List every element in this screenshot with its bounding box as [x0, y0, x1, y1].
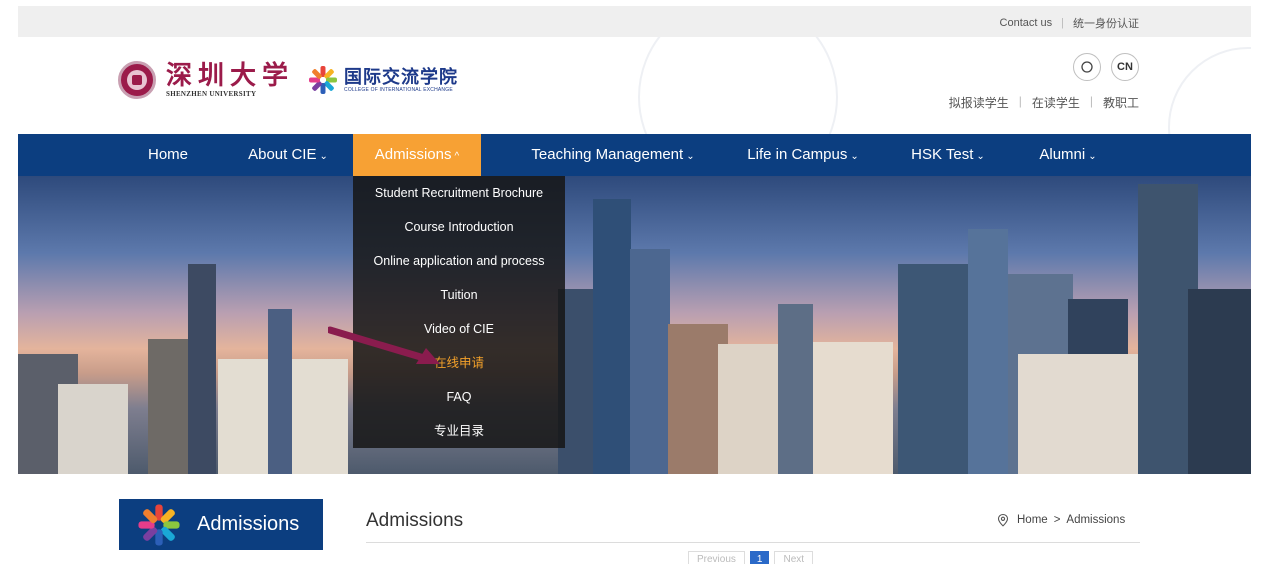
- chevron-up-icon: ^: [454, 151, 460, 162]
- prospective-students-link[interactable]: 拟报读学生: [949, 94, 1009, 111]
- nav-admissions-label: Admissions: [374, 146, 452, 163]
- szu-wordmark: 深圳大学 SHENZHEN UNIVERSITY: [166, 62, 294, 98]
- building: [630, 249, 670, 474]
- menu-item-tuition[interactable]: Tuition: [353, 278, 565, 312]
- building: [968, 229, 1008, 474]
- site-header: 深圳大学 SHENZHEN UNIVERSITY 国际交流学院 COLLEGE …: [18, 37, 1251, 134]
- cie-name-cn: 国际交流学院: [344, 67, 459, 87]
- cie-pinwheel-icon: [309, 66, 338, 94]
- page-title: Admissions: [366, 510, 464, 531]
- nav-about-label: About CIE: [248, 146, 317, 163]
- top-links: Contact us | 统一身份认证: [1000, 15, 1139, 31]
- nav-hsk-label: HSK Test: [911, 146, 974, 163]
- breadcrumb-current: Admissions: [1066, 514, 1126, 526]
- watermark-seal: [638, 37, 838, 134]
- nav-about-cie[interactable]: About CIE ⌄: [233, 134, 343, 176]
- pagination: Previous 1 Next: [688, 551, 814, 564]
- search-icon: [1081, 61, 1093, 73]
- main-nav: Home About CIE ⌄ Admissions ^ Teaching Man…: [18, 134, 1251, 176]
- building: [188, 264, 216, 474]
- building: [898, 264, 973, 474]
- breadcrumb-separator: >: [1053, 514, 1061, 526]
- nav-life-label: Life in Campus: [747, 146, 848, 163]
- breadcrumb: Home > Admissions: [996, 513, 1125, 527]
- cie-name-en: COLLEGE OF INTERNATIONAL EXCHANGE: [344, 87, 453, 93]
- cie-logo: 国际交流学院 COLLEGE OF INTERNATIONAL EXCHANGE: [308, 65, 458, 95]
- szu-name-en: SHENZHEN UNIVERSITY: [166, 90, 257, 98]
- page: Contact us | 统一身份认证 深圳大学 SHENZHEN UNIVER…: [18, 0, 1251, 564]
- logo-group[interactable]: 深圳大学 SHENZHEN UNIVERSITY 国际交流学院 COLLEGE …: [118, 61, 458, 99]
- link-separator: |: [1089, 94, 1093, 108]
- chevron-down-icon: ⌄: [686, 151, 695, 162]
- watermark-seal-right: [1168, 47, 1251, 134]
- breadcrumb-home-link[interactable]: Home: [1017, 514, 1048, 526]
- nav-admissions[interactable]: Admissions ^: [353, 134, 481, 176]
- menu-item-online-application[interactable]: Online application and process: [353, 244, 565, 278]
- building: [268, 309, 292, 474]
- nav-alumni-label: Alumni: [1039, 146, 1086, 163]
- szu-name-cn: 深圳大学: [166, 61, 295, 91]
- building: [593, 199, 631, 474]
- audience-links: 拟报读学生 | 在读学生 | 教职工: [949, 94, 1139, 111]
- chevron-down-icon: ⌄: [1088, 151, 1097, 162]
- nav-home[interactable]: Home: [128, 134, 208, 176]
- top-separator: |: [1061, 17, 1064, 29]
- sidebar-title-label: Admissions: [197, 513, 300, 535]
- sidebar-title: Admissions: [119, 499, 323, 550]
- pagination-page-1[interactable]: 1: [749, 551, 770, 564]
- nav-teaching-management[interactable]: Teaching Management ⌄: [513, 134, 713, 176]
- building: [58, 384, 128, 474]
- chevron-down-icon: ⌄: [319, 151, 328, 162]
- pagination-next-button[interactable]: Next: [774, 551, 814, 564]
- university-seal-logo: [118, 61, 156, 99]
- nav-hsk-test[interactable]: HSK Test ⌄: [903, 134, 993, 176]
- chevron-down-icon: ⌄: [850, 151, 859, 162]
- staff-link[interactable]: 教职工: [1103, 94, 1139, 111]
- annotation-arrow-icon: [328, 326, 440, 364]
- menu-item-faq[interactable]: FAQ: [353, 380, 565, 414]
- nav-alumni[interactable]: Alumni ⌄: [1028, 134, 1108, 176]
- cie-pinwheel-icon: [138, 503, 180, 546]
- menu-item-major-catalog[interactable]: 专业目录: [353, 414, 565, 448]
- link-separator: |: [1018, 94, 1022, 108]
- top-utility-bar: Contact us | 统一身份认证: [18, 6, 1251, 37]
- sso-login-link[interactable]: 统一身份认证: [1073, 15, 1139, 31]
- location-pin-icon: [997, 513, 1009, 527]
- current-students-link[interactable]: 在读学生: [1032, 94, 1080, 111]
- contact-us-link[interactable]: Contact us: [1000, 17, 1053, 29]
- nav-teaching-label: Teaching Management: [531, 146, 684, 163]
- title-divider: [366, 542, 1140, 543]
- search-button[interactable]: [1073, 53, 1101, 81]
- nav-home-label: Home: [147, 146, 188, 163]
- chevron-down-icon: ⌄: [976, 151, 985, 162]
- hero-banner-image: [18, 176, 1251, 474]
- menu-item-recruitment-brochure[interactable]: Student Recruitment Brochure: [353, 176, 565, 210]
- language-cn-button[interactable]: CN: [1111, 53, 1139, 81]
- building: [778, 304, 813, 474]
- pagination-previous-button[interactable]: Previous: [688, 551, 745, 564]
- building: [813, 342, 893, 474]
- admissions-dropdown-menu: Student Recruitment Brochure Course Intr…: [353, 176, 565, 448]
- nav-life-in-campus[interactable]: Life in Campus ⌄: [738, 134, 868, 176]
- menu-item-course-introduction[interactable]: Course Introduction: [353, 210, 565, 244]
- header-icons: CN: [1073, 53, 1139, 81]
- building: [1188, 289, 1251, 474]
